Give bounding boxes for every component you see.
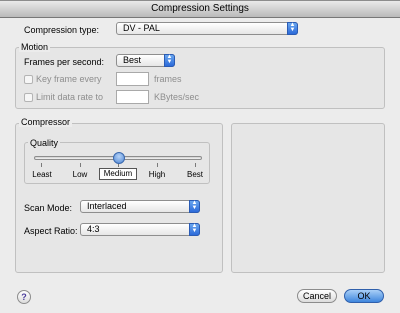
compressor-group-label: Compressor bbox=[19, 117, 73, 127]
quality-tick bbox=[157, 163, 158, 167]
quality-tick bbox=[80, 163, 81, 167]
compression-settings-dialog: Compression Settings Compression type: D… bbox=[0, 0, 400, 313]
compression-type-popup[interactable]: DV - PAL ▲ ▼ bbox=[116, 22, 298, 35]
updown-arrow-icon: ▲ ▼ bbox=[287, 22, 298, 35]
keyframe-field[interactable] bbox=[116, 72, 149, 86]
updown-arrow-icon: ▲ ▼ bbox=[164, 54, 175, 67]
quality-tick bbox=[41, 163, 42, 167]
quality-slider-thumb[interactable] bbox=[113, 152, 125, 164]
updown-arrow-icon: ▲ ▼ bbox=[189, 200, 200, 213]
help-icon[interactable]: ? bbox=[17, 290, 31, 304]
limit-rate-label: Limit data rate to bbox=[36, 92, 104, 102]
limit-rate-field[interactable] bbox=[116, 90, 149, 104]
quality-level-low: Low bbox=[72, 170, 88, 179]
preview-panel bbox=[231, 123, 385, 273]
compression-type-label: Compression type: bbox=[24, 25, 100, 35]
scan-mode-label: Scan Mode: bbox=[24, 203, 73, 213]
scan-mode-value: Interlaced bbox=[87, 201, 127, 211]
quality-level-best: Best bbox=[186, 170, 203, 179]
cancel-button[interactable]: Cancel bbox=[297, 289, 337, 303]
updown-arrow-icon: ▲ ▼ bbox=[189, 223, 200, 236]
limit-rate-checkbox[interactable] bbox=[24, 93, 33, 102]
quality-level-high: High bbox=[148, 170, 166, 179]
compression-type-value: DV - PAL bbox=[123, 23, 160, 33]
scan-mode-popup[interactable]: Interlaced ▲ ▼ bbox=[80, 200, 200, 213]
keyframe-label: Key frame every bbox=[36, 74, 102, 84]
limit-rate-unit: KBytes/sec bbox=[154, 92, 200, 102]
fps-label: Frames per second: bbox=[24, 57, 105, 67]
window-title: Compression Settings bbox=[0, 1, 400, 18]
quality-level-medium: Medium bbox=[99, 168, 137, 180]
keyframe-unit: frames bbox=[154, 74, 182, 84]
aspect-ratio-label: Aspect Ratio: bbox=[24, 226, 78, 236]
motion-group-label: Motion bbox=[19, 42, 51, 52]
aspect-ratio-value: 4:3 bbox=[87, 224, 100, 234]
ok-button[interactable]: OK bbox=[344, 289, 384, 303]
aspect-ratio-popup[interactable]: 4:3 ▲ ▼ bbox=[80, 223, 200, 236]
fps-value: Best bbox=[123, 55, 142, 65]
quality-label: Quality bbox=[28, 138, 61, 148]
quality-tick bbox=[195, 163, 196, 167]
quality-level-least: Least bbox=[32, 170, 52, 179]
keyframe-checkbox[interactable] bbox=[24, 75, 33, 84]
fps-popup[interactable]: Best ▲ ▼ bbox=[116, 54, 175, 67]
